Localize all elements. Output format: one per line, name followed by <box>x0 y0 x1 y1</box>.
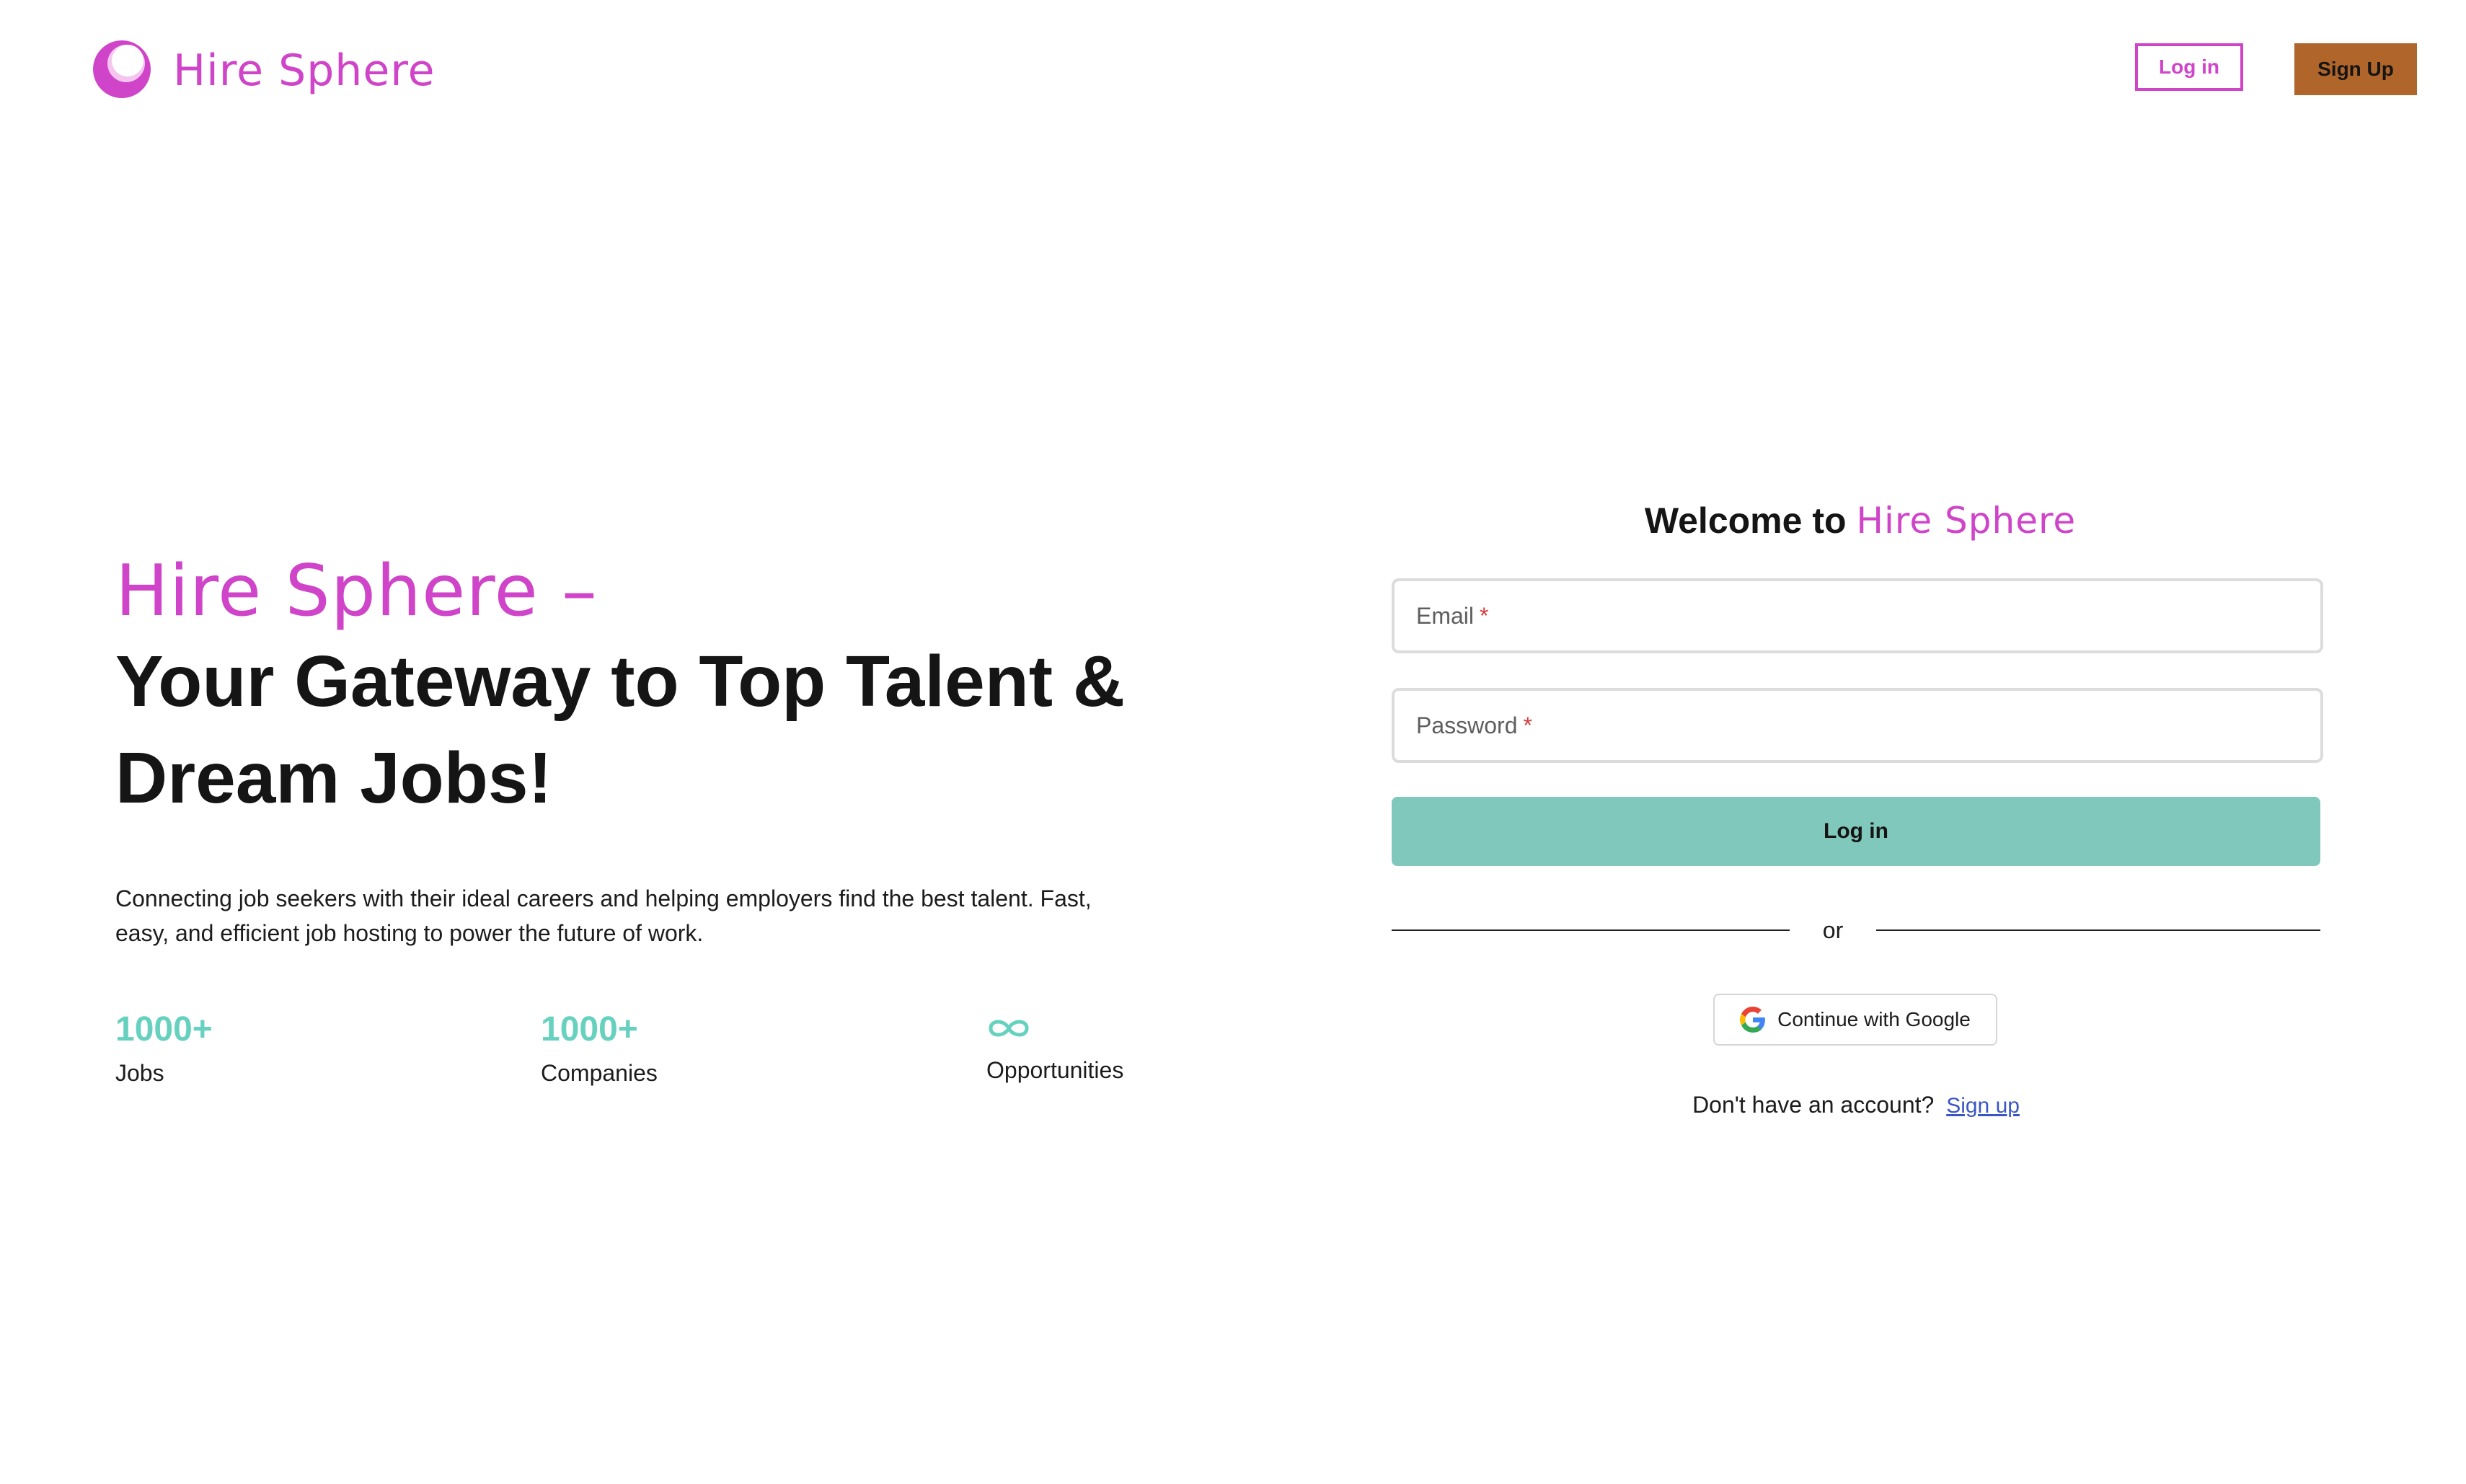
header-login-button[interactable]: Log in <box>2135 43 2243 91</box>
header-signup-button[interactable]: Sign Up <box>2294 43 2417 95</box>
divider-line-left <box>1392 929 1790 931</box>
brand-name[interactable]: Hire Sphere <box>173 42 436 100</box>
stat-companies-value: 1000+ <box>541 1010 638 1048</box>
google-button-label: Continue with Google <box>1777 1008 1971 1030</box>
google-icon <box>1740 1007 1765 1033</box>
stat-jobs-value: 1000+ <box>115 1010 213 1048</box>
divider-or-text: or <box>1822 917 1844 943</box>
google-signin-button[interactable]: Continue with Google <box>1713 994 1997 1046</box>
email-field[interactable]: Email * <box>1392 578 2323 653</box>
signup-link[interactable]: Sign up <box>1946 1094 2020 1118</box>
hero-brand-title: Hire Sphere – <box>115 550 598 632</box>
stat-jobs-label: Jobs <box>115 1060 164 1086</box>
welcome-brand: Hire Sphere <box>1856 500 2077 542</box>
password-label: Password <box>1416 712 1518 738</box>
hero-description: Connecting job seekers with their ideal … <box>115 885 1092 946</box>
divider-line-right <box>1876 929 2320 931</box>
hero-tagline: Your Gateway to Top Talent & Dream Jobs! <box>115 641 1126 818</box>
email-required-marker: * <box>1480 602 1489 629</box>
stat-companies-label: Companies <box>541 1060 658 1086</box>
no-account-text: Don't have an account? <box>1692 1092 1935 1118</box>
email-label: Email <box>1416 602 1475 629</box>
infinity-icon <box>989 1020 1029 1037</box>
signup-prompt: Don't have an account? Sign up <box>1392 1089 2320 1122</box>
stat-opportunities-label: Opportunities <box>986 1057 1124 1083</box>
password-field[interactable]: Password * <box>1392 688 2323 763</box>
welcome-prefix: Welcome to <box>1644 500 1847 541</box>
password-required-marker: * <box>1523 712 1532 738</box>
login-submit-button[interactable]: Log in <box>1392 797 2320 866</box>
welcome-heading: Welcome to Hire Sphere <box>1392 498 2329 544</box>
hire-sphere-logo-icon[interactable] <box>92 39 152 100</box>
